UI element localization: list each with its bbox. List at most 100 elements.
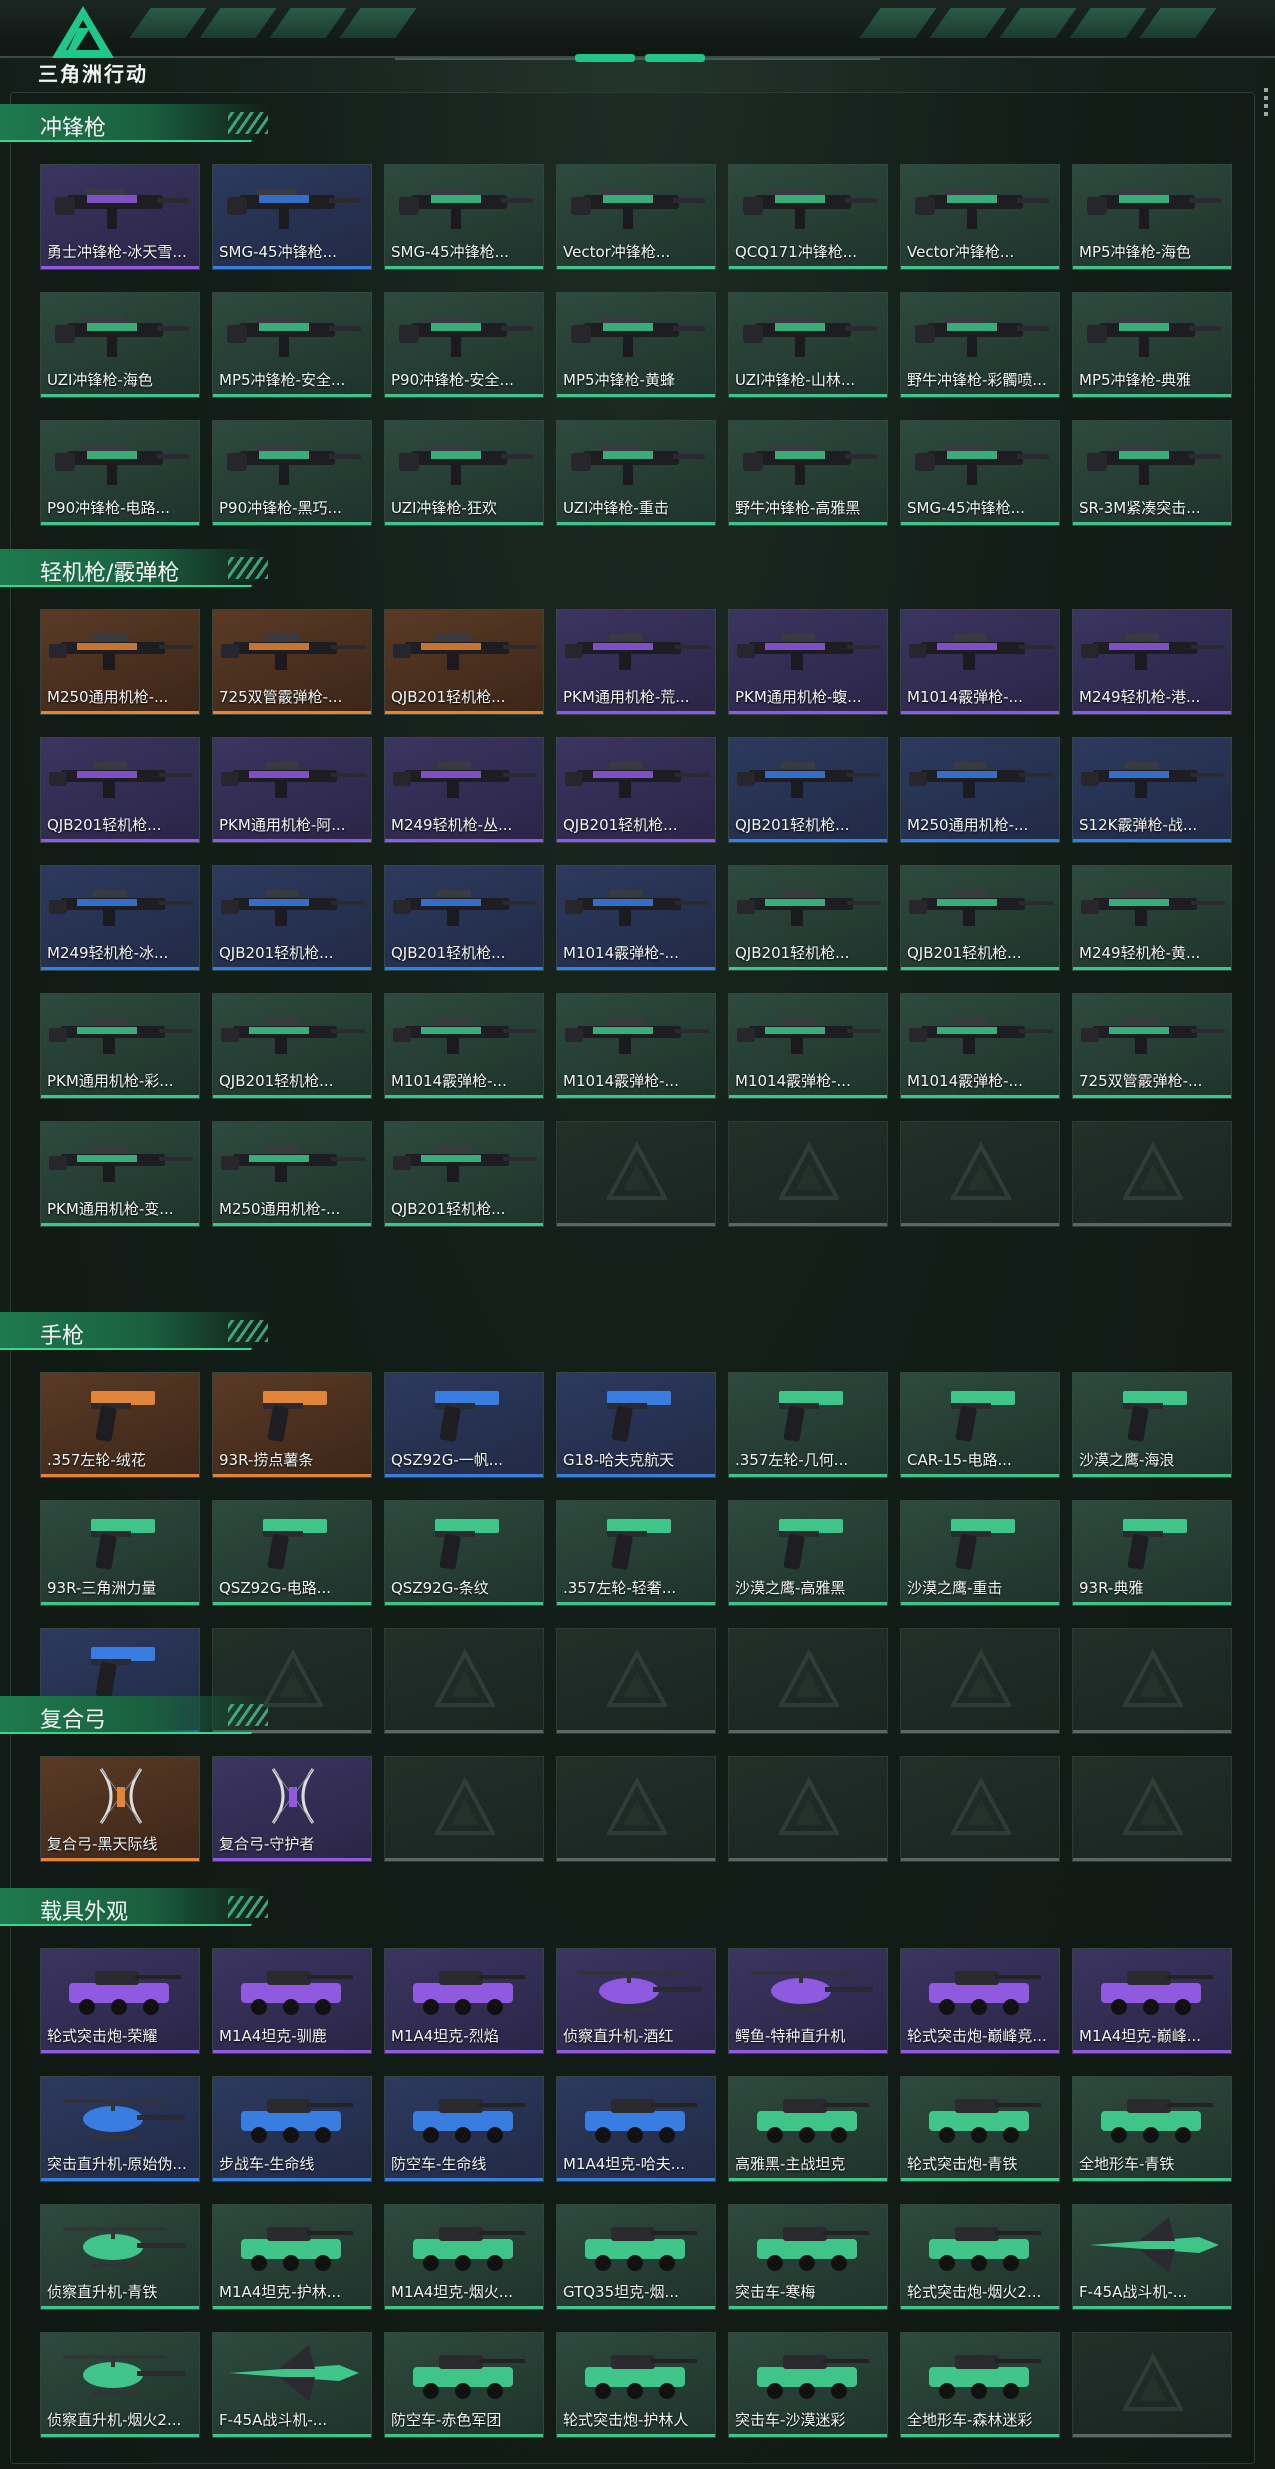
skin-card[interactable]: 轮式突击炮-护林人 xyxy=(556,2332,716,2438)
skin-card[interactable]: M1014霰弹枪-... xyxy=(900,609,1060,715)
skin-card[interactable]: P90冲锋枪-电路... xyxy=(40,420,200,526)
skin-name: 突击车-沙漠迷彩 xyxy=(735,2411,846,2429)
skin-card[interactable]: M249轻机枪-港... xyxy=(1072,609,1232,715)
skin-card[interactable]: 侦察直升机-青铁 xyxy=(40,2204,200,2310)
skin-card[interactable]: F-45A战斗机-... xyxy=(212,2332,372,2438)
skin-card[interactable]: 鳄鱼-特种直升机 xyxy=(728,1948,888,2054)
skin-card[interactable]: Vector冲锋枪... xyxy=(556,164,716,270)
skin-card[interactable]: 93R-典雅 xyxy=(1072,1500,1232,1606)
skin-card[interactable]: 侦察直升机-酒红 xyxy=(556,1948,716,2054)
skin-card[interactable]: G18-哈夫克航天 xyxy=(556,1372,716,1478)
skin-card[interactable]: QJB201轻机枪... xyxy=(212,865,372,971)
skin-card[interactable]: .357左轮-几何... xyxy=(728,1372,888,1478)
skin-card[interactable]: QJB201轻机枪... xyxy=(556,737,716,843)
skin-card[interactable]: QJB201轻机枪... xyxy=(40,737,200,843)
skin-card[interactable]: M1014霰弹枪-... xyxy=(556,865,716,971)
skin-card[interactable]: 野牛冲锋枪-高雅黑 xyxy=(728,420,888,526)
skin-card[interactable]: 沙漠之鹰-高雅黑 xyxy=(728,1500,888,1606)
skin-card[interactable]: QJB201轻机枪... xyxy=(384,865,544,971)
skin-card[interactable]: M1A4坦克-烈焰 xyxy=(384,1948,544,2054)
skin-card[interactable]: QCQ171冲锋枪... xyxy=(728,164,888,270)
skin-card[interactable]: SMG-45冲锋枪... xyxy=(212,164,372,270)
skin-card[interactable]: GTQ35坦克-烟... xyxy=(556,2204,716,2310)
skin-card[interactable]: P90冲锋枪-黑巧... xyxy=(212,420,372,526)
skin-card[interactable]: M1A4坦克-哈夫... xyxy=(556,2076,716,2182)
scroll-handle-icon[interactable] xyxy=(1263,84,1269,144)
skin-card[interactable]: MP5冲锋枪-海色 xyxy=(1072,164,1232,270)
skin-card[interactable]: 93R-捞点薯条 xyxy=(212,1372,372,1478)
skin-card[interactable]: 侦察直升机-烟火2... xyxy=(40,2332,200,2438)
skin-card[interactable]: 突击直升机-原始伪... xyxy=(40,2076,200,2182)
skin-card[interactable]: 93R-三角洲力量 xyxy=(40,1500,200,1606)
skin-card[interactable]: PKM通用机枪-蝮... xyxy=(728,609,888,715)
skin-card[interactable]: 复合弓-守护者 xyxy=(212,1756,372,1862)
skin-card[interactable]: QSZ92G-一帆... xyxy=(384,1372,544,1478)
skin-card[interactable]: 沙漠之鹰-海浪 xyxy=(1072,1372,1232,1478)
skin-card[interactable]: QSZ92G-电路... xyxy=(212,1500,372,1606)
skin-card[interactable]: 轮式突击炮-巅峰竞... xyxy=(900,1948,1060,2054)
skin-card[interactable]: M1014霰弹枪-... xyxy=(556,993,716,1099)
skin-card[interactable]: .357左轮-绒花 xyxy=(40,1372,200,1478)
skin-card[interactable]: PKM通用机枪-彩... xyxy=(40,993,200,1099)
skin-card[interactable]: Vector冲锋枪... xyxy=(900,164,1060,270)
skin-card[interactable]: M249轻机枪-黄... xyxy=(1072,865,1232,971)
skin-card[interactable]: PKM通用机枪-阿... xyxy=(212,737,372,843)
skin-card[interactable]: 轮式突击炮-荣耀 xyxy=(40,1948,200,2054)
skin-card[interactable]: M250通用机枪-... xyxy=(40,609,200,715)
skin-card[interactable]: 突击车-寒梅 xyxy=(728,2204,888,2310)
skin-card[interactable]: 全地形车-森林迷彩 xyxy=(900,2332,1060,2438)
skin-card[interactable]: 轮式突击炮-青铁 xyxy=(900,2076,1060,2182)
skin-card[interactable]: UZI冲锋枪-山林... xyxy=(728,292,888,398)
skin-card[interactable]: MP5冲锋枪-安全... xyxy=(212,292,372,398)
skin-card[interactable]: 轮式突击炮-烟火2... xyxy=(900,2204,1060,2310)
skin-card[interactable]: QSZ92G-条纹 xyxy=(384,1500,544,1606)
skin-card[interactable]: .357左轮-轻奢... xyxy=(556,1500,716,1606)
skin-card[interactable]: QJB201轻机枪... xyxy=(384,1121,544,1227)
skin-card[interactable]: SMG-45冲锋枪... xyxy=(900,420,1060,526)
skin-card[interactable]: M1A4坦克-护林... xyxy=(212,2204,372,2310)
rarity-bar xyxy=(1073,1223,1231,1226)
skin-card[interactable]: M1A4坦克-烟火... xyxy=(384,2204,544,2310)
skin-card[interactable]: UZI冲锋枪-海色 xyxy=(40,292,200,398)
skin-card[interactable]: M1A4坦克-驯鹿 xyxy=(212,1948,372,2054)
skin-card[interactable]: PKM通用机枪-荒... xyxy=(556,609,716,715)
skin-card[interactable]: M1014霰弹枪-... xyxy=(384,993,544,1099)
skin-card[interactable]: P90冲锋枪-安全... xyxy=(384,292,544,398)
skin-card[interactable]: 步战车-生命线 xyxy=(212,2076,372,2182)
vehicle-icon xyxy=(929,2355,1041,2399)
skin-card[interactable]: 野牛冲锋枪-彩髑喷... xyxy=(900,292,1060,398)
skin-card[interactable]: S12K霰弹枪-战... xyxy=(1072,737,1232,843)
skin-card[interactable]: QJB201轻机枪... xyxy=(728,865,888,971)
skin-card[interactable]: SMG-45冲锋枪... xyxy=(384,164,544,270)
skin-card[interactable]: PKM通用机枪-变... xyxy=(40,1121,200,1227)
skin-card[interactable]: 突击车-沙漠迷彩 xyxy=(728,2332,888,2438)
skin-card[interactable]: M249轻机枪-冰... xyxy=(40,865,200,971)
skin-card[interactable]: MP5冲锋枪-黄蜂 xyxy=(556,292,716,398)
skin-card[interactable]: 防空车-生命线 xyxy=(384,2076,544,2182)
skin-card[interactable]: M1014霰弹枪-... xyxy=(728,993,888,1099)
skin-card[interactable]: M250通用机枪-... xyxy=(212,1121,372,1227)
skin-card[interactable]: 高雅黑-主战坦克 xyxy=(728,2076,888,2182)
skin-card[interactable]: 725双管霰弹枪-... xyxy=(212,609,372,715)
skin-card[interactable]: M1014霰弹枪-... xyxy=(900,993,1060,1099)
skin-card[interactable]: 沙漠之鹰-重击 xyxy=(900,1500,1060,1606)
skin-card[interactable]: QJB201轻机枪... xyxy=(212,993,372,1099)
skin-card[interactable]: QJB201轻机枪... xyxy=(728,737,888,843)
skin-card[interactable]: 全地形车-青铁 xyxy=(1072,2076,1232,2182)
skin-card[interactable]: 725双管霰弹枪-... xyxy=(1072,993,1232,1099)
skin-card[interactable]: CAR-15-电路... xyxy=(900,1372,1060,1478)
skin-card[interactable]: M249轻机枪-丛... xyxy=(384,737,544,843)
skin-card[interactable]: M250通用机枪-... xyxy=(900,737,1060,843)
skin-card[interactable]: F-45A战斗机-... xyxy=(1072,2204,1232,2310)
skin-card[interactable]: QJB201轻机枪... xyxy=(384,609,544,715)
skin-card[interactable]: 勇士冲锋枪-冰天雪... xyxy=(40,164,200,270)
skin-card[interactable]: M1A4坦克-巅峰... xyxy=(1072,1948,1232,2054)
skin-card[interactable]: SR-3M紧凑突击... xyxy=(1072,420,1232,526)
skin-card[interactable]: UZI冲锋枪-狂欢 xyxy=(384,420,544,526)
skin-card[interactable]: MP5冲锋枪-典雅 xyxy=(1072,292,1232,398)
skin-card[interactable]: 防空车-赤色军团 xyxy=(384,2332,544,2438)
skin-card[interactable]: UZI冲锋枪-重击 xyxy=(556,420,716,526)
skin-card[interactable]: QJB201轻机枪... xyxy=(900,865,1060,971)
skin-card[interactable]: 复合弓-黑天际线 xyxy=(40,1756,200,1862)
rarity-bar xyxy=(729,1095,887,1098)
